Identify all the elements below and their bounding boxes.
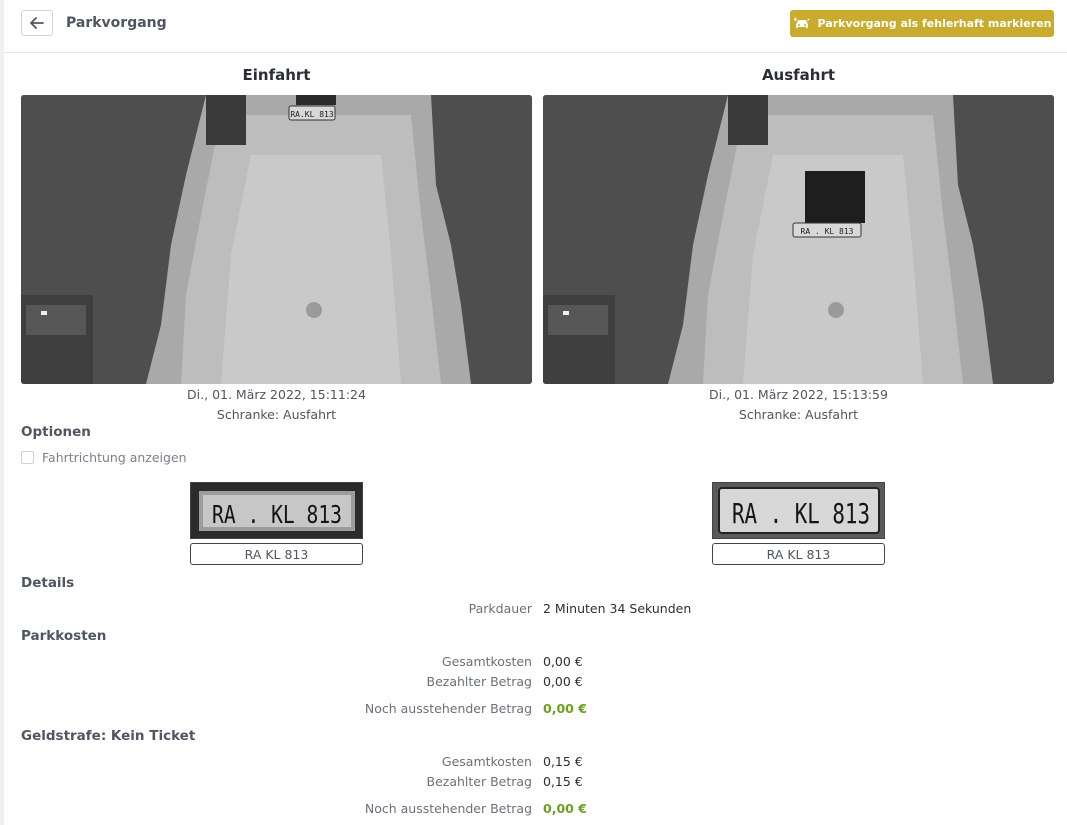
parking-outstanding-label: Noch ausstehender Betrag xyxy=(364,701,532,716)
entry-camera-image[interactable]: RA.KL 813 xyxy=(21,95,532,384)
options-heading: Optionen xyxy=(21,424,91,440)
exit-barrier: Schranke: Ausfahrt xyxy=(738,407,859,422)
entry-plate-image: RA . KL 813 xyxy=(190,482,363,539)
exit-timestamp: Di., 01. März 2022, 15:13:59 xyxy=(709,387,888,402)
parking-paid-row: Bezahlter Betrag 0,00 € xyxy=(0,674,1067,690)
duration-row: Parkdauer 2 Minuten 34 Sekunden xyxy=(0,601,1067,617)
show-direction-option[interactable]: Fahrtrichtung anzeigen xyxy=(21,450,187,465)
arrow-left-icon xyxy=(30,17,44,29)
exit-camera-image[interactable]: RA . KL 813 xyxy=(543,95,1054,384)
duration-value: 2 Minuten 34 Sekunden xyxy=(543,601,692,616)
entry-camera-plate: RA.KL 813 xyxy=(290,110,334,119)
fine-total-row: Gesamtkosten 0,15 € xyxy=(0,754,1067,770)
exit-plate-crop-text: RA . KL 813 xyxy=(732,497,870,530)
fine-outstanding-row: Noch ausstehender Betrag 0,00 € xyxy=(0,801,1067,817)
parking-total-value: 0,00 € xyxy=(543,654,583,669)
parking-paid-value: 0,00 € xyxy=(543,674,583,689)
duration-label: Parkdauer xyxy=(468,601,532,616)
exit-plate-field[interactable]: RA KL 813 xyxy=(712,543,885,565)
fine-paid-row: Bezahlter Betrag 0,15 € xyxy=(0,774,1067,790)
entry-plate-crop-text: RA . KL 813 xyxy=(212,500,342,529)
fine-outstanding-value: 0,00 € xyxy=(543,801,587,816)
details-heading: Details xyxy=(21,575,75,591)
parking-paid-label: Bezahlter Betrag xyxy=(426,674,533,689)
car-crash-icon xyxy=(793,17,809,28)
fine-heading: Geldstrafe: Kein Ticket xyxy=(21,728,196,744)
top-bar: Parkvorgang Parkvorgang als fehlerhaft m… xyxy=(4,0,1067,53)
fine-outstanding-label: Noch ausstehender Betrag xyxy=(364,801,532,816)
page-title: Parkvorgang xyxy=(66,15,167,31)
parking-outstanding-value: 0,00 € xyxy=(543,701,587,716)
fine-total-label: Gesamtkosten xyxy=(441,754,532,769)
parking-total-row: Gesamtkosten 0,00 € xyxy=(0,654,1067,670)
exit-title: Ausfahrt xyxy=(761,66,836,84)
fine-paid-label: Bezahlter Betrag xyxy=(426,774,533,789)
parking-total-label: Gesamtkosten xyxy=(441,654,532,669)
exit-plate-image: RA . KL 813 xyxy=(712,482,885,539)
show-direction-label: Fahrtrichtung anzeigen xyxy=(42,450,187,465)
fine-paid-value: 0,15 € xyxy=(543,774,583,789)
entry-title: Einfahrt xyxy=(242,66,311,84)
fine-total-value: 0,15 € xyxy=(543,754,583,769)
back-button[interactable] xyxy=(21,10,53,36)
entry-barrier: Schranke: Ausfahrt xyxy=(216,407,337,422)
show-direction-checkbox[interactable] xyxy=(21,451,34,464)
parking-costs-heading: Parkkosten xyxy=(21,628,107,644)
mark-faulty-button[interactable]: Parkvorgang als fehlerhaft markieren xyxy=(790,10,1054,37)
entry-timestamp: Di., 01. März 2022, 15:11:24 xyxy=(187,387,366,402)
parking-outstanding-row: Noch ausstehender Betrag 0,00 € xyxy=(0,701,1067,717)
entry-plate-field[interactable]: RA KL 813 xyxy=(190,543,363,565)
exit-camera-plate: RA . KL 813 xyxy=(801,227,854,236)
mark-faulty-label: Parkvorgang als fehlerhaft markieren xyxy=(817,17,1052,30)
